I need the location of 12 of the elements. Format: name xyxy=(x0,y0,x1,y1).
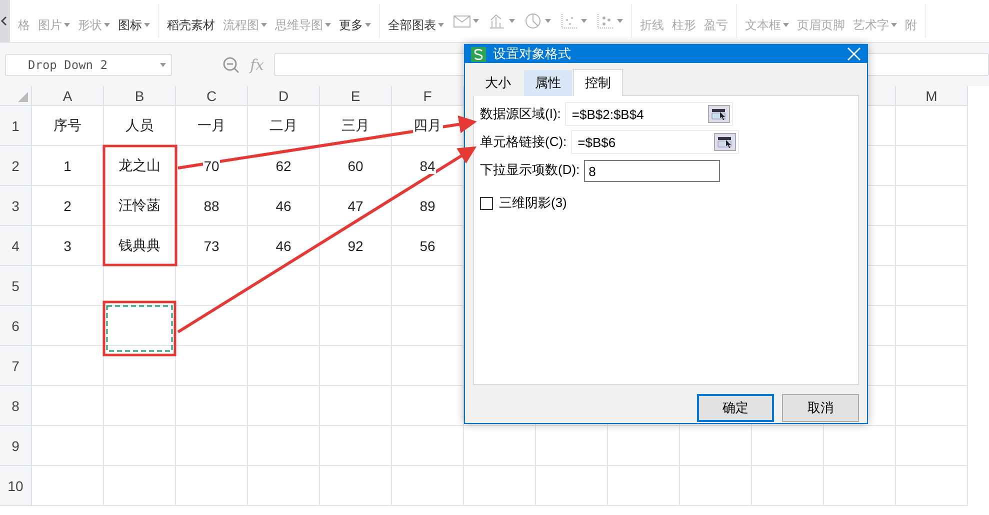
table-cell: 四月 xyxy=(412,116,442,134)
dialog-title: 设置对象格式 xyxy=(493,45,571,63)
field-label: 下拉显示项数(D): xyxy=(480,161,580,179)
table-cell: 人员 xyxy=(124,116,154,134)
table-cell: 序号 xyxy=(52,116,82,134)
table-cell: 汪怜菡 xyxy=(118,196,162,214)
field-label: 数据源区域(I): xyxy=(480,105,561,123)
checkbox-label: 三维阴影(3) xyxy=(499,194,567,212)
table-cell: 70 xyxy=(202,158,220,174)
table-cell: 钱典典 xyxy=(118,236,162,254)
field-label: 单元格链接(C): xyxy=(480,133,567,151)
table-cell: 龙之山 xyxy=(118,156,162,174)
